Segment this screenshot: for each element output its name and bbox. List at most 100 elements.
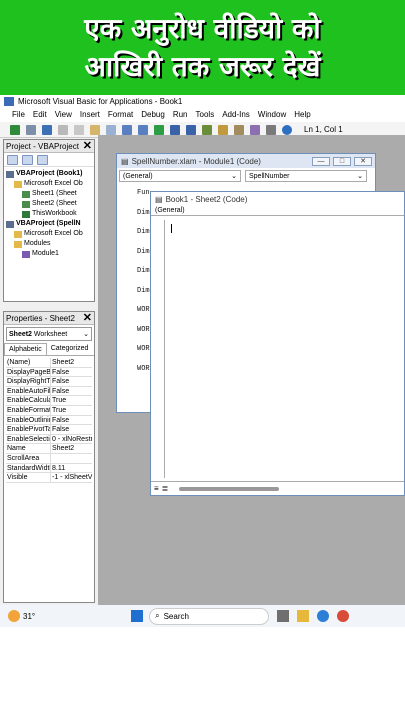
object-browser-icon[interactable] [250,124,260,135]
minimize-button[interactable]: — [312,156,330,166]
property-row[interactable]: StandardWidth 8.11 [6,463,92,474]
code-window-icon: ▤ [155,194,163,204]
copy-icon[interactable] [74,124,84,135]
chevron-down-icon: ⌄ [83,331,89,338]
undo-icon[interactable] [122,124,132,135]
tab-alphabetic[interactable]: Alphabetic [4,343,47,355]
tree-item[interactable]: Microsoft Excel Ob [4,229,94,239]
menu-insert[interactable]: Insert [80,110,100,119]
close-icon[interactable]: ✕ [83,140,92,152]
property-row[interactable]: Name Sheet2 [6,444,92,454]
save-icon[interactable] [42,124,52,135]
menu-help[interactable]: Help [294,110,310,119]
property-row[interactable]: EnableCalculati True [6,396,92,406]
menu-debug[interactable]: Debug [141,110,165,119]
toolbox-icon[interactable] [266,124,276,135]
vba-app-icon [4,96,14,106]
property-value[interactable]: Sheet2 [51,444,92,453]
project-explorer: Project - VBAProject ✕ VBAProject (Book1… [3,139,95,302]
close-button[interactable]: ✕ [354,156,372,166]
tree-item[interactable]: VBAProject (SpellN [4,219,94,229]
weather-icon[interactable] [8,610,20,622]
code-window-footer: ≡ ≣ [151,481,404,495]
object-selector[interactable]: Sheet2 Worksheet ⌄ [6,327,92,341]
tree-item-label: Module1 [32,250,59,257]
property-value[interactable]: True [51,406,92,415]
property-value[interactable]: Sheet2 [51,358,92,367]
property-row[interactable]: ScrollArea [6,453,92,464]
horizontal-scrollbar[interactable] [179,486,280,491]
help-icon[interactable] [282,124,292,135]
property-row[interactable]: EnableSelection0 - xlNoRestri [6,434,92,445]
sheet2-window-header: ▤ Book1 - Sheet2 (Code) [151,192,404,206]
menu-view[interactable]: View [55,110,72,119]
full-module-view-icon[interactable]: ≣ [162,484,169,493]
browser-icon[interactable] [317,610,330,622]
view-code-icon[interactable] [7,154,18,165]
folder-icon [14,230,22,238]
property-value[interactable]: False [51,387,92,396]
property-row[interactable]: (Name) Sheet2 [6,358,92,368]
insert-module-icon[interactable] [26,124,36,135]
property-value[interactable]: False [51,377,92,386]
tree-item[interactable]: Module1 [4,249,94,259]
menu-file[interactable]: File [12,110,25,119]
design-mode-icon[interactable] [202,124,212,135]
tab-categorized[interactable]: Categorized [47,343,93,355]
project-explorer-title: Project - VBAProject [6,141,79,151]
windows-taskbar: 31° ⌕ Search [0,605,405,627]
property-value[interactable]: False [51,425,92,434]
procedure-view-icon[interactable]: ≡ [154,484,159,493]
property-row[interactable]: Visible -1 - xlSheetVi [6,473,92,483]
property-value[interactable]: 0 - xlNoRestri [51,435,92,444]
chrome-icon[interactable] [337,610,350,622]
view-object-icon[interactable] [22,154,33,165]
tree-item[interactable]: Sheet1 (Sheet [4,189,94,199]
procedure-combo[interactable]: SpellNumber ⌄ [245,170,367,182]
tree-item[interactable]: VBAProject (Book1) [4,169,94,179]
property-value[interactable]: 8.11 [51,464,92,473]
taskbar-search[interactable]: ⌕ Search [149,607,270,625]
menu-addins[interactable]: Add-Ins [222,110,250,119]
run-icon[interactable] [154,124,164,135]
tree-item[interactable]: ThisWorkbook [4,209,94,219]
property-value[interactable] [51,454,92,463]
menu-run[interactable]: Run [173,110,188,119]
tree-item[interactable]: Modules [4,239,94,249]
property-row[interactable]: EnableFormatCoTrue [6,405,92,416]
object-combo[interactable]: (General) ⌄ [119,170,241,182]
menu-window[interactable]: Window [258,110,286,119]
menu-format[interactable]: Format [108,110,133,119]
file-explorer-icon[interactable] [297,610,310,622]
properties-icon[interactable] [234,124,244,135]
weather-temp: 31° [23,611,36,621]
property-value[interactable]: False [51,416,92,425]
property-row[interactable]: DisplayRightToLFalse [6,377,92,387]
redo-icon[interactable] [138,124,148,135]
find-icon[interactable] [106,124,116,135]
toggle-folders-icon[interactable] [37,154,48,165]
task-view-icon[interactable] [277,610,290,622]
property-row[interactable]: EnableAutoFilteFalse [6,386,92,397]
windows-start-icon[interactable] [131,610,144,622]
project-explorer-icon[interactable] [218,124,228,135]
menu-tools[interactable]: Tools [196,110,215,119]
sheet2-object-combo[interactable]: (General) [151,206,404,216]
tree-item[interactable]: Microsoft Excel Ob [4,179,94,189]
tree-item[interactable]: Sheet2 (Sheet [4,199,94,209]
property-row[interactable]: DisplayPageBreaFalse [6,367,92,378]
reset-icon[interactable] [186,124,196,135]
property-row[interactable]: EnablePivotTablFalse [6,425,92,435]
close-icon[interactable]: ✕ [83,312,92,324]
cut-icon[interactable] [58,124,68,135]
excel-view-icon[interactable] [10,124,20,135]
paste-icon[interactable] [90,124,100,135]
search-placeholder: Search [163,611,189,621]
menu-edit[interactable]: Edit [33,110,47,119]
property-value[interactable]: True [51,396,92,405]
maximize-button[interactable]: □ [333,156,351,166]
property-value[interactable]: -1 - xlSheetVi [51,473,92,482]
property-row[interactable]: EnableOutliningFalse [6,415,92,426]
property-value[interactable]: False [51,368,92,377]
break-icon[interactable] [170,124,180,135]
